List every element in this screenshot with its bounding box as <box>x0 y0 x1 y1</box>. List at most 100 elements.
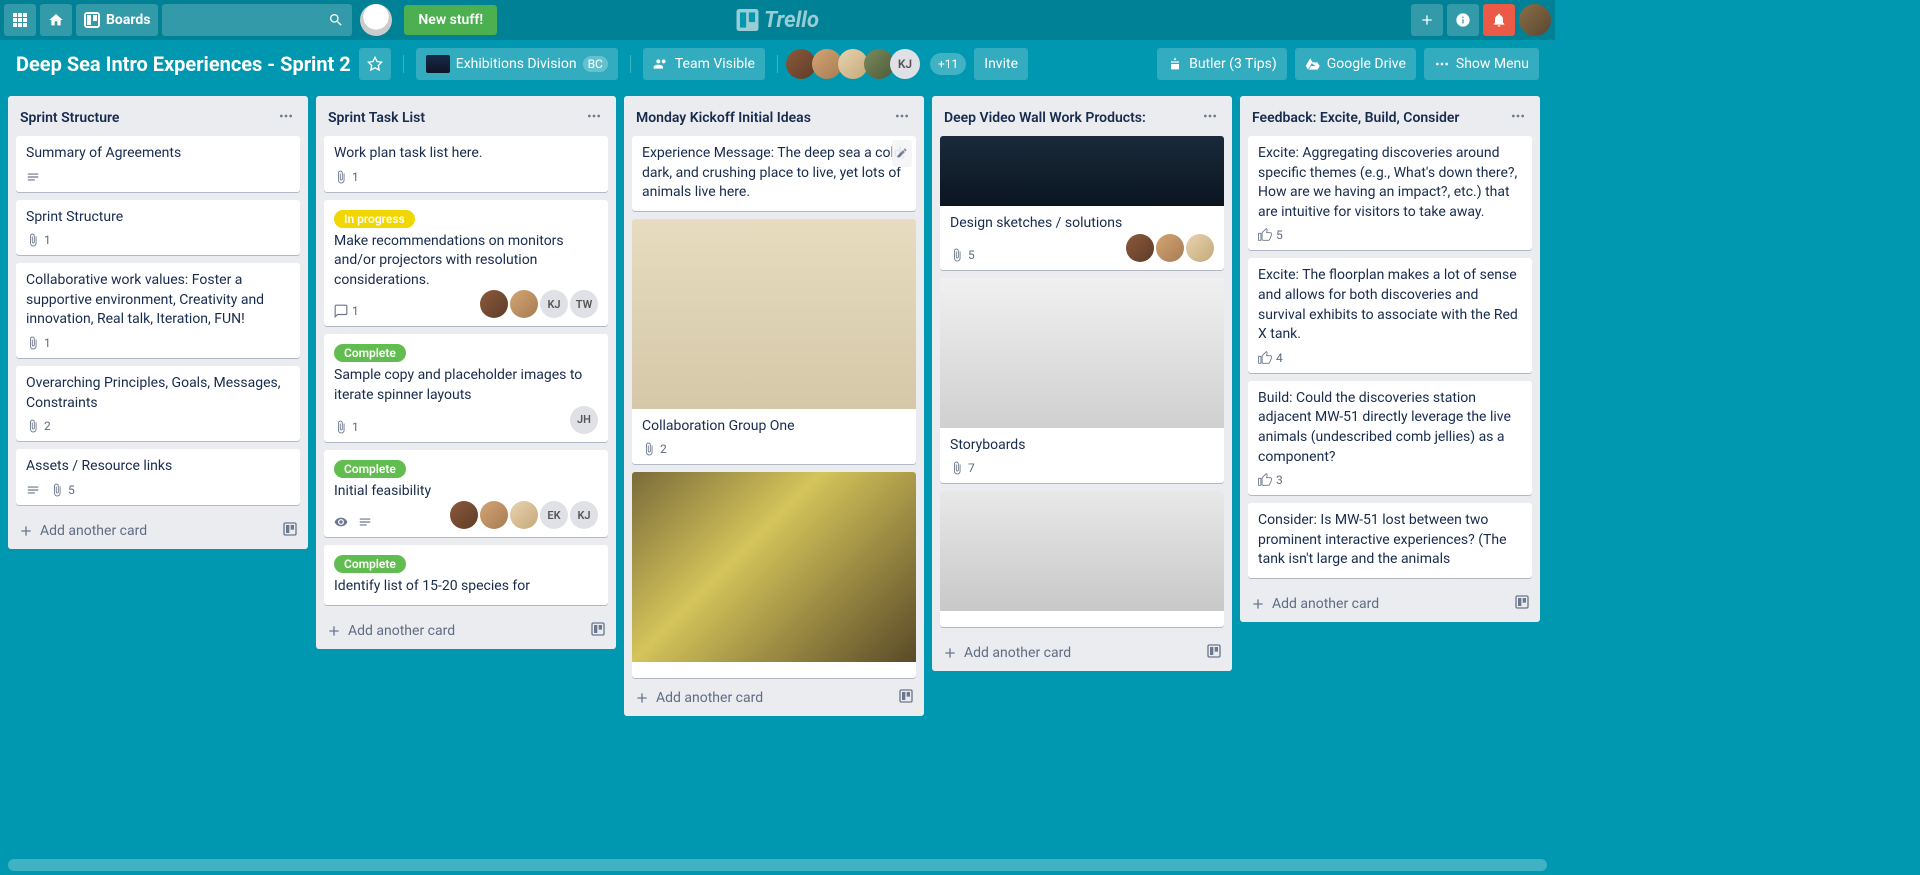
member-avatar[interactable] <box>1186 234 1214 262</box>
invite-button[interactable]: Invite <box>974 48 1028 80</box>
board-title[interactable]: Deep Sea Intro Experiences - Sprint 2 <box>16 52 351 76</box>
card[interactable]: CompleteSample copy and placeholder imag… <box>324 334 608 441</box>
card-badges: 5 <box>26 483 75 497</box>
new-stuff-badge[interactable]: New stuff! <box>404 5 497 35</box>
card[interactable]: Collaboration Group One2 <box>632 219 916 465</box>
list-footer: Add another card <box>624 680 924 716</box>
member-avatar[interactable]: KJ <box>890 49 920 79</box>
notifications-button[interactable] <box>1483 4 1515 36</box>
list: Feedback: Excite, Build, Consider Excite:… <box>1240 96 1540 622</box>
create-button[interactable] <box>1411 4 1443 36</box>
card[interactable]: Storyboards7 <box>940 278 1224 484</box>
card-cover <box>632 219 916 409</box>
org-label: Exhibitions Division <box>456 56 577 72</box>
card-template-button[interactable] <box>282 521 298 541</box>
member-avatar[interactable]: JH <box>570 406 598 434</box>
org-button[interactable]: Exhibitions Division BC <box>416 48 618 80</box>
user-avatar[interactable] <box>1519 4 1551 36</box>
card[interactable]: CompleteInitial feasibilityEKKJ <box>324 450 608 538</box>
home-icon <box>48 12 64 28</box>
gdrive-button[interactable]: Google Drive <box>1295 48 1416 80</box>
add-card-button[interactable]: Add another card <box>634 690 763 706</box>
visibility-button[interactable]: Team Visible <box>643 48 765 80</box>
card[interactable]: Summary of Agreements <box>16 136 300 192</box>
list-menu-button[interactable] <box>1508 106 1528 130</box>
member-avatar[interactable] <box>480 290 508 318</box>
trello-logo[interactable]: Trello <box>736 8 819 33</box>
board-canvas[interactable]: Sprint Structure Summary of Agreements Spr… <box>0 88 1555 859</box>
member-avatar[interactable] <box>450 501 478 529</box>
list-title[interactable]: Feedback: Excite, Build, Consider <box>1252 110 1459 126</box>
card[interactable] <box>940 491 1224 627</box>
member-avatar[interactable]: KJ <box>570 501 598 529</box>
list-title[interactable]: Monday Kickoff Initial Ideas <box>636 110 811 126</box>
card-template-button[interactable] <box>590 621 606 641</box>
gdrive-icon <box>1305 56 1321 72</box>
horizontal-scrollbar[interactable] <box>8 859 1547 871</box>
card-title: Make recommendations on monitors and/or … <box>334 232 598 291</box>
card-label: Complete <box>334 344 406 362</box>
butler-button[interactable]: Butler (3 Tips) <box>1157 48 1287 80</box>
card-badges: 4 <box>1258 351 1283 365</box>
attachment-badge: 1 <box>334 170 359 184</box>
card[interactable]: Experience Message: The deep sea a cold,… <box>632 136 916 211</box>
list-title[interactable]: Sprint Task List <box>328 110 425 126</box>
info-icon <box>1455 12 1471 28</box>
card-badges: 1 <box>26 233 51 247</box>
logo-icon <box>736 9 758 31</box>
list-menu-button[interactable] <box>276 106 296 130</box>
add-card-button[interactable]: Add another card <box>326 623 455 639</box>
board-header-right: Butler (3 Tips) Google Drive Show Menu <box>1157 48 1539 80</box>
home-button[interactable] <box>40 4 72 36</box>
list-menu-button[interactable] <box>584 106 604 130</box>
card-title: Work plan task list here. <box>334 144 598 164</box>
add-card-button[interactable]: Add another card <box>942 645 1071 661</box>
card[interactable]: Sprint Structure1 <box>16 200 300 256</box>
member-avatar[interactable] <box>510 290 538 318</box>
card-title: Excite: The floorplan makes a lot of sen… <box>1258 266 1522 344</box>
card[interactable]: CompleteIdentify list of 15-20 species f… <box>324 545 608 605</box>
edit-card-icon[interactable] <box>892 140 912 167</box>
show-menu-label: Show Menu <box>1456 56 1529 72</box>
card[interactable]: Overarching Principles, Goals, Messages,… <box>16 366 300 441</box>
member-avatar[interactable] <box>510 501 538 529</box>
list-menu-button[interactable] <box>1200 106 1220 130</box>
card-template-button[interactable] <box>1206 643 1222 663</box>
member-avatar[interactable] <box>480 501 508 529</box>
list-title[interactable]: Deep Video Wall Work Products: <box>944 110 1146 126</box>
card-template-button[interactable] <box>898 688 914 708</box>
card[interactable] <box>632 472 916 678</box>
search-icon <box>328 12 344 28</box>
list-header: Feedback: Excite, Build, Consider <box>1240 96 1540 136</box>
add-card-button[interactable]: Add another card <box>1250 596 1379 612</box>
card-title: Collaborative work values: Foster a supp… <box>26 271 290 330</box>
star-button[interactable] <box>359 48 391 80</box>
member-avatar[interactable] <box>1126 234 1154 262</box>
member-avatar[interactable]: EK <box>540 501 568 529</box>
card[interactable]: Excite: Aggregating discoveries around s… <box>1248 136 1532 250</box>
card[interactable]: Design sketches / solutions5 <box>940 136 1224 270</box>
member-overflow[interactable]: +11 <box>930 53 966 75</box>
member-avatar[interactable] <box>1156 234 1184 262</box>
card-template-button[interactable] <box>1514 594 1530 614</box>
card[interactable]: Collaborative work values: Foster a supp… <box>16 263 300 358</box>
search-input[interactable] <box>162 4 352 36</box>
add-card-button[interactable]: Add another card <box>18 523 147 539</box>
member-avatar[interactable]: KJ <box>540 290 568 318</box>
member-stack[interactable]: KJ <box>790 49 920 79</box>
card[interactable]: Build: Could the discoveries station adj… <box>1248 381 1532 495</box>
show-menu-button[interactable]: Show Menu <box>1424 48 1539 80</box>
list-menu-button[interactable] <box>892 106 912 130</box>
member-avatar[interactable]: TW <box>570 290 598 318</box>
like-badge: 4 <box>1258 351 1283 365</box>
info-button[interactable] <box>1447 4 1479 36</box>
apps-button[interactable] <box>4 4 36 36</box>
card[interactable]: Work plan task list here. 1 <box>324 136 608 192</box>
boards-button[interactable]: Boards <box>76 4 158 36</box>
list-header: Sprint Structure <box>8 96 308 136</box>
card[interactable]: In progressMake recommendations on monit… <box>324 200 608 327</box>
card[interactable]: Assets / Resource links5 <box>16 449 300 505</box>
card[interactable]: Excite: The floorplan makes a lot of sen… <box>1248 258 1532 372</box>
card[interactable]: Consider: Is MW-51 lost between two prom… <box>1248 503 1532 578</box>
list-title[interactable]: Sprint Structure <box>20 110 119 126</box>
